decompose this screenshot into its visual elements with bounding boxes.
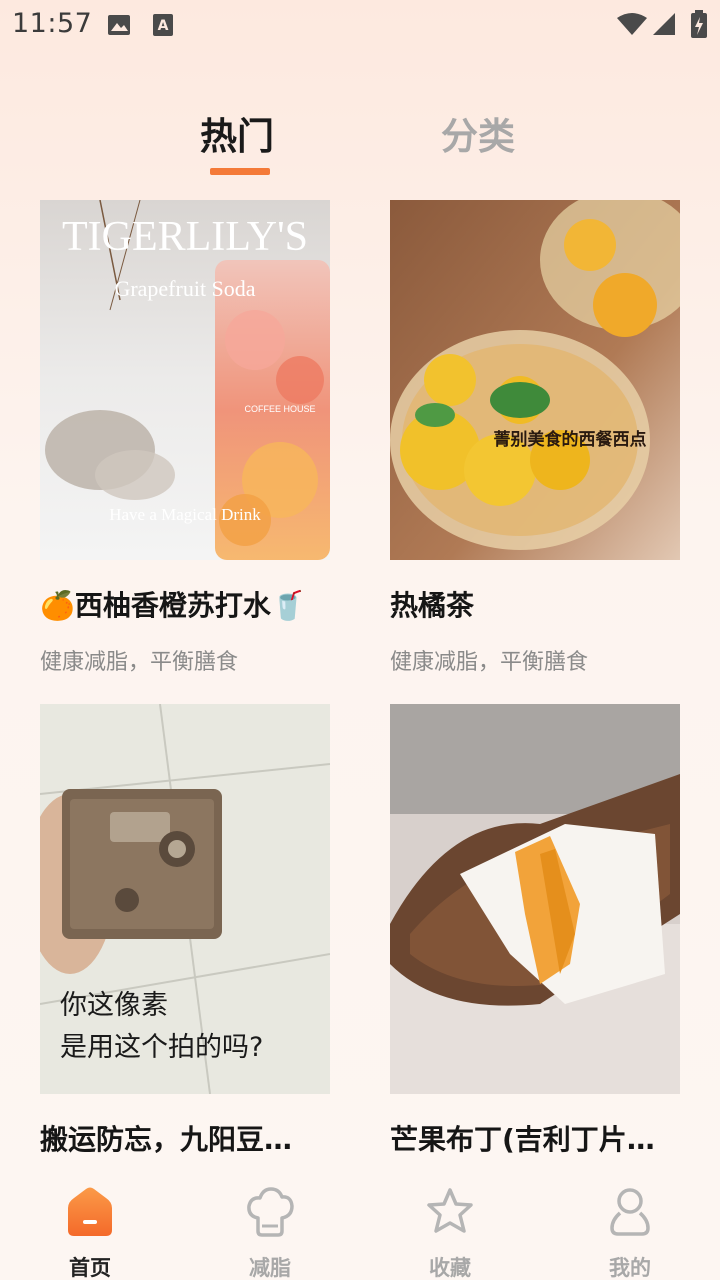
recipe-title: 搬运防忘，九阳豆…: [40, 1123, 293, 1156]
nav-label-mine: 我的: [609, 1256, 651, 1280]
nav-label-favorites: 收藏: [429, 1256, 471, 1280]
recipe-title: 芒果布丁(吉利丁片…: [390, 1123, 655, 1156]
tab-hot[interactable]: 热门: [200, 106, 274, 160]
recipe-card[interactable]: 芒果布丁(吉利丁片…: [390, 704, 680, 1164]
image-text-bottom: Have a Magical Drink: [109, 505, 261, 524]
text-a-icon: A: [153, 14, 173, 36]
status-time: 11:57: [12, 8, 93, 39]
chef-hat-icon: [247, 1187, 294, 1237]
recipe-subtitle: 健康减脂，平衡膳食: [390, 650, 589, 675]
recipe-card[interactable]: 菁别美食的西餐西点 热橘茶 健康减脂，平衡膳食: [390, 200, 680, 680]
image-text-cup: COFFEE HOUSE: [244, 404, 315, 414]
recipe-image[interactable]: 你这像素 是用这个拍的吗?: [40, 704, 330, 1094]
nav-item-home[interactable]: 首页: [0, 1168, 180, 1280]
nav-label-fat-loss: 减脂: [249, 1256, 291, 1280]
nav-item-favorites[interactable]: 收藏: [360, 1168, 540, 1280]
image-text-line1: 你这像素: [60, 990, 168, 1021]
recipe-image[interactable]: 菁别美食的西餐西点: [390, 200, 680, 560]
nav-item-mine[interactable]: 我的: [540, 1168, 720, 1280]
wifi-icon: [617, 13, 647, 35]
image-watermark: 菁别美食的西餐西点: [494, 429, 647, 450]
image-text-headline: TIGERLILY'S: [62, 214, 308, 260]
recipe-image[interactable]: TIGERLILY'S Grapefruit Soda COFFEE HOUSE…: [40, 200, 330, 560]
bottom-nav: 首页 减脂 收藏 我的: [0, 1168, 720, 1280]
signal-icon: [653, 13, 675, 35]
status-bar: 11:57 A: [0, 0, 720, 48]
nav-item-fat-loss[interactable]: 减脂: [180, 1168, 360, 1280]
recipe-image[interactable]: [390, 704, 680, 1094]
nav-label-home: 首页: [69, 1256, 111, 1280]
tab-category[interactable]: 分类: [441, 106, 515, 160]
image-text-line2: 是用这个拍的吗?: [60, 1032, 263, 1063]
person-icon: [610, 1188, 650, 1236]
recipe-subtitle: 健康减脂，平衡膳食: [40, 650, 239, 675]
image-text-sub: Grapefruit Soda: [114, 276, 255, 301]
recipe-title: 热橘茶: [390, 589, 475, 622]
recipe-card[interactable]: TIGERLILY'S Grapefruit Soda COFFEE HOUSE…: [40, 200, 330, 680]
recipe-card[interactable]: 你这像素 是用这个拍的吗? 搬运防忘，九阳豆…: [40, 704, 330, 1164]
recipe-title: 🍊西柚香橙苏打水🥤: [40, 589, 306, 622]
home-icon: [68, 1187, 112, 1236]
image-icon: [108, 15, 130, 35]
tab-indicator: [210, 168, 270, 175]
star-icon: [427, 1188, 473, 1233]
tab-bar: 热门 分类: [0, 100, 720, 180]
svg-text:A: A: [158, 18, 169, 34]
battery-charging-icon: [691, 10, 707, 38]
